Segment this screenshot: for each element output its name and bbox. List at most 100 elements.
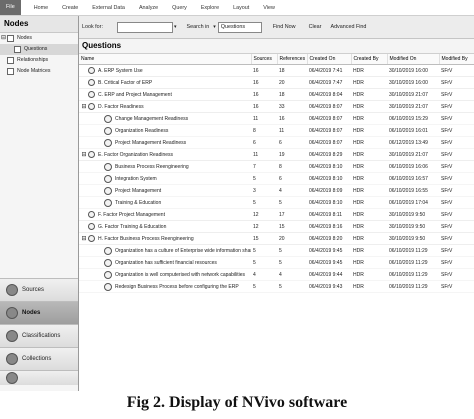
created-by-cell: HDR (351, 100, 387, 113)
tab-home[interactable]: Home (34, 5, 48, 11)
modified-on-cell: 30/10/2019 9:50 (387, 232, 439, 245)
nav-queries-button[interactable] (0, 370, 78, 385)
created-by-cell: HDR (351, 280, 387, 293)
tab-view[interactable]: View (263, 5, 275, 11)
table-row[interactable]: Change Management Readiness 11 16 06/4/2019… (79, 112, 474, 125)
tree-item-nodes[interactable]: ⊟ Nodes (0, 33, 78, 44)
table-row[interactable]: ⊟ D. Factor Readiness 16 33 06/4/2019 8:07 HD… (79, 100, 474, 113)
node-name-cell[interactable]: Organization is well computerised with n… (79, 268, 251, 281)
column-header-modified-by[interactable]: Modified By (439, 54, 474, 65)
created-on-cell: 06/4/2019 8:11 (307, 208, 351, 221)
node-name: Organization Readiness (115, 127, 169, 134)
nav-classifications-button[interactable]: Classifications (0, 324, 78, 347)
table-row[interactable]: Project Management Readiness 6 6 06/4/2019 … (79, 136, 474, 149)
column-header-created-by[interactable]: Created By (351, 54, 388, 65)
nav-collections-button[interactable]: Collections (0, 347, 78, 370)
node-icon (104, 246, 112, 255)
table-row[interactable]: Integration System 5 6 06/4/2019 8:10 HDR 06/… (79, 172, 474, 185)
node-icon (104, 114, 112, 123)
tree-item-node-matrices[interactable]: Node Matrices (0, 66, 78, 77)
node-name-cell[interactable]: Organization Readiness (79, 124, 251, 137)
tree-item-label: Questions (24, 46, 48, 52)
node-name-cell[interactable]: ⊟ E. Factor Organization Readiness (79, 148, 251, 161)
table-row[interactable]: Project Management 3 4 06/4/2019 8:09 HDR 06/… (79, 184, 474, 197)
node-name-cell[interactable]: Redesign Business Process before configu… (79, 280, 251, 293)
modified-by-cell: SFrV (439, 244, 474, 257)
table-row[interactable]: A. ERP System Use 16 18 06/4/2019 7:41 HDR 30… (79, 64, 474, 77)
find-now-button[interactable]: Find Now (273, 24, 296, 30)
node-name: Integration System (115, 175, 157, 182)
tree-item-label: Nodes (17, 35, 32, 41)
tab-analyze[interactable]: Analyze (139, 5, 158, 11)
table-row[interactable]: ⊟ H. Factor Business Process Reengineerin… (79, 232, 474, 245)
queries-icon (6, 372, 18, 384)
node-name-cell[interactable]: Integration System (79, 172, 251, 185)
modified-by-cell: SFrV (439, 256, 474, 269)
table-row[interactable]: F. Factor Project Management 12 17 06/4/201… (79, 208, 474, 221)
node-icon (88, 67, 95, 74)
column-header-modified-on[interactable]: Modified On (387, 54, 440, 65)
node-icon (88, 235, 95, 242)
table-row[interactable]: Organization Readiness 8 11 06/4/2019 8:07 H… (79, 124, 474, 137)
chevron-down-icon[interactable]: ▾ (174, 24, 177, 30)
tab-create[interactable]: Create (62, 5, 78, 11)
node-name-cell[interactable]: C. ERP and Project Management (79, 88, 251, 101)
column-header-sources[interactable]: Sources (251, 54, 278, 65)
sources-cell: 11 (251, 112, 277, 125)
tab-explore[interactable]: Explore (201, 5, 219, 11)
clear-button[interactable]: Clear (309, 24, 322, 30)
file-tab[interactable]: File (0, 0, 21, 15)
created-on-cell: 06/4/2019 8:29 (307, 148, 351, 161)
column-header-references[interactable]: References (277, 54, 308, 65)
table-row[interactable]: G. Factor Training & Education 12 15 06/4/2… (79, 220, 474, 233)
table-row[interactable]: ⊟ E. Factor Organization Readiness 11 19 06/… (79, 148, 474, 161)
references-cell: 4 (277, 268, 307, 281)
table-row[interactable]: Organization is well computerised with n… (79, 268, 474, 281)
search-in-select[interactable]: Questions (217, 21, 262, 33)
tree-item-relationships[interactable]: Relationships (0, 55, 78, 66)
node-name: A. ERP System Use (98, 67, 143, 74)
node-name-cell[interactable]: ⊟ H. Factor Business Process Reengineerin… (79, 232, 251, 245)
modified-on-cell: 30/10/2019 21:07 (387, 88, 439, 101)
table-row[interactable]: B. Critical Factor of ERP 16 20 06/4/2019 7… (79, 76, 474, 89)
tab-external-data[interactable]: External Data (92, 5, 125, 11)
chevron-down-icon[interactable]: ▾ (213, 24, 216, 30)
created-on-cell: 06/4/2019 8:07 (307, 124, 351, 137)
modified-on-cell: 30/10/2019 9:50 (387, 220, 439, 233)
table-row[interactable]: Organization has a culture of Enterprise… (79, 244, 474, 257)
node-name-cell[interactable]: Organization has a culture of Enterprise… (79, 244, 251, 257)
node-name-cell[interactable]: Project Management Readiness (79, 136, 251, 149)
advanced-find-button[interactable]: Advanced Find (330, 24, 366, 30)
table-row[interactable]: Training & Education 5 5 06/4/2019 8:10 HDR 0… (79, 196, 474, 209)
table-row[interactable]: Organization has sufficient financial re… (79, 256, 474, 269)
tree-item-questions[interactable]: Questions (0, 44, 78, 55)
node-name-cell[interactable]: F. Factor Project Management (79, 208, 251, 221)
look-for-input[interactable] (116, 21, 173, 33)
nav-sources-button[interactable]: Sources (0, 278, 78, 301)
expand-icon[interactable]: ⊟ (81, 151, 87, 158)
collapse-icon[interactable]: ⊟ (0, 33, 7, 44)
table-row[interactable]: C. ERP and Project Management 16 18 06/4/20… (79, 88, 474, 101)
node-name-cell[interactable]: A. ERP System Use (79, 64, 251, 77)
references-cell: 33 (277, 100, 307, 113)
modified-on-cell: 06/10/2019 11:29 (387, 244, 439, 257)
expand-icon[interactable]: ⊟ (81, 103, 87, 110)
node-name-cell[interactable]: Training & Education (79, 196, 251, 209)
tab-query[interactable]: Query (172, 5, 187, 11)
node-name-cell[interactable]: B. Critical Factor of ERP (79, 76, 251, 89)
node-name-cell[interactable]: ⊟ D. Factor Readiness (79, 100, 251, 113)
node-name-cell[interactable]: Organization has sufficient financial re… (79, 256, 251, 269)
node-icon (104, 174, 112, 183)
node-name-cell[interactable]: Business Process Reengineering (79, 160, 251, 173)
column-header-name[interactable]: Name (79, 54, 252, 65)
table-row[interactable]: Redesign Business Process before configu… (79, 280, 474, 293)
nav-nodes-button[interactable]: Nodes (0, 301, 78, 324)
node-name-cell[interactable]: G. Factor Training & Education (79, 220, 251, 233)
column-header-created-on[interactable]: Created On (307, 54, 352, 65)
node-name-cell[interactable]: Project Management (79, 184, 251, 197)
modified-on-cell: 30/10/2019 16:00 (387, 76, 439, 89)
tab-layout[interactable]: Layout (233, 5, 249, 11)
table-row[interactable]: Business Process Reengineering 7 8 06/4/201… (79, 160, 474, 173)
node-name-cell[interactable]: Change Management Readiness (79, 112, 251, 125)
expand-icon[interactable]: ⊟ (81, 235, 87, 242)
